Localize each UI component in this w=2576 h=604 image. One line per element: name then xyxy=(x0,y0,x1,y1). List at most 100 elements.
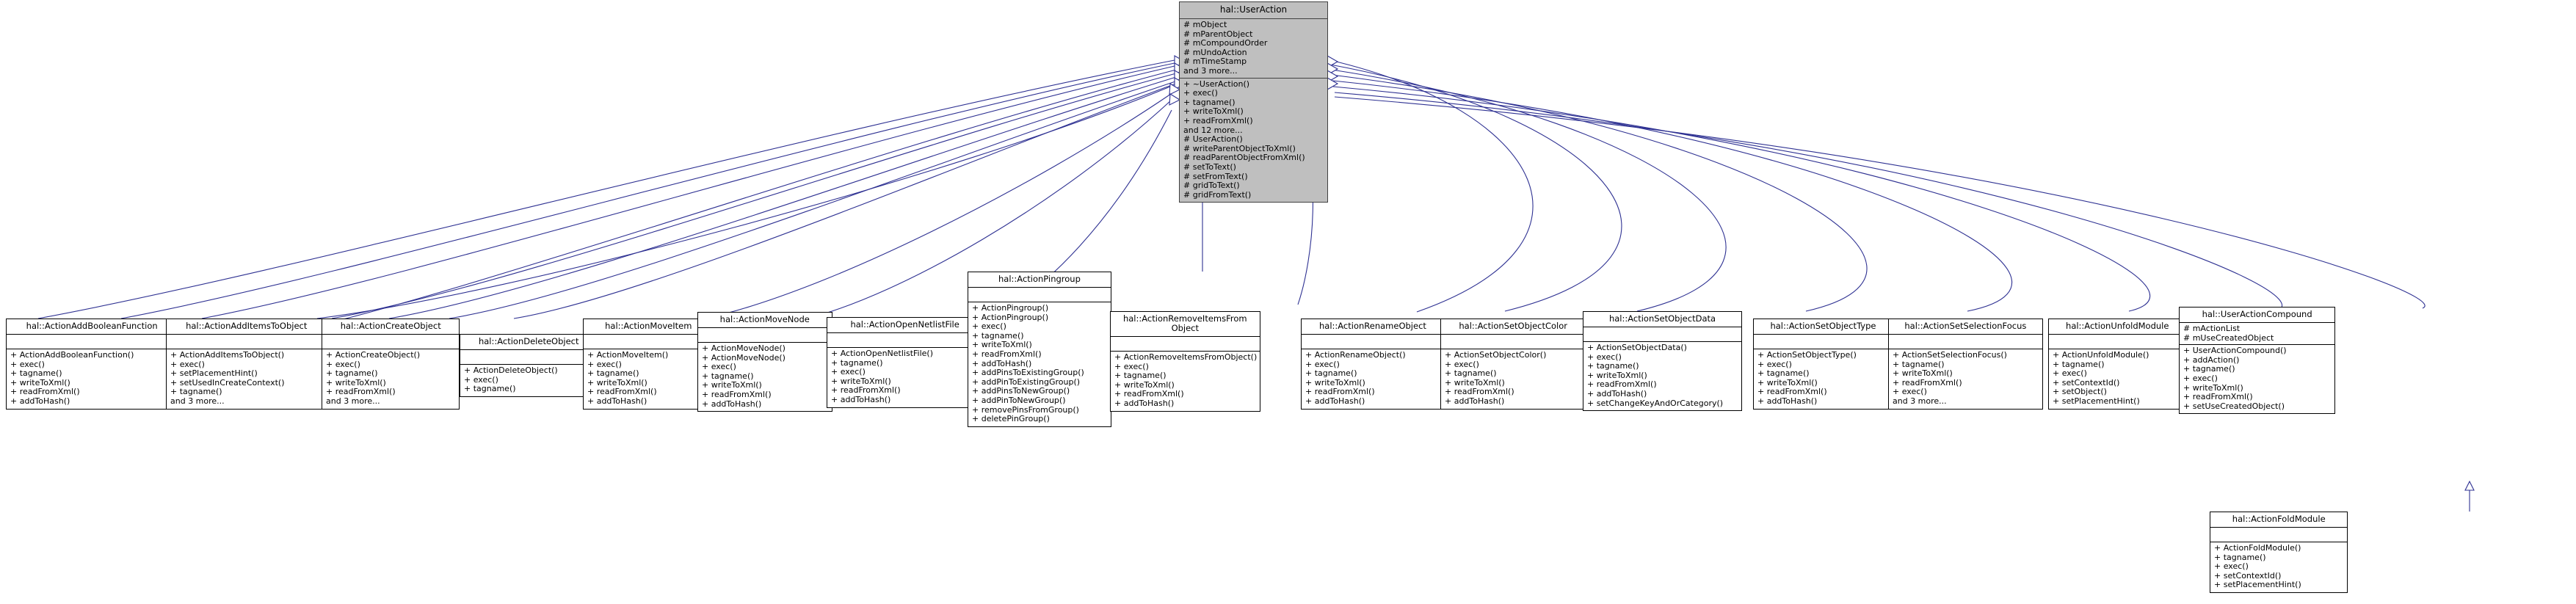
class-attributes xyxy=(167,335,327,349)
class-member: + addToHash() xyxy=(1305,396,1365,406)
class-member: + tagname() xyxy=(1757,368,1810,379)
class-attributes xyxy=(2049,335,2186,349)
class-attributes xyxy=(584,335,714,349)
class-title: hal::UserAction xyxy=(1180,2,1327,19)
class-operations: + ActionRemoveItemsFromObject() + exec() +… xyxy=(1111,352,1260,411)
class-member: + ActionDeleteObject() xyxy=(464,365,558,375)
class-member: # setToText() xyxy=(1183,161,1236,172)
class-member: + exec() xyxy=(831,367,866,377)
class-node-action-create-object[interactable]: hal::ActionCreateObject + ActionCreateOb… xyxy=(322,319,460,410)
class-node-action-remove-items-from-object[interactable]: hal::ActionRemoveItemsFrom Object + Acti… xyxy=(1110,311,1260,412)
class-node-action-set-object-type[interactable]: hal::ActionSetObjectType + ActionSetObje… xyxy=(1753,319,1893,410)
class-member: + setPlacementHint() xyxy=(2053,396,2140,406)
class-node-action-rename-object[interactable]: hal::ActionRenameObject + ActionRenameOb… xyxy=(1301,319,1445,410)
class-member: + tagname() xyxy=(326,368,378,379)
class-operations: + ActionMoveNode() + ActionMoveNode() + ex… xyxy=(698,343,832,411)
class-member: + UserActionCompound() xyxy=(2183,346,2287,356)
class-title: hal::ActionSetObjectColor xyxy=(1441,319,1586,335)
class-member: # mUseCreatedObject xyxy=(2183,332,2274,343)
class-member: + addToHash() xyxy=(10,396,70,406)
class-title: hal::ActionRemoveItemsFrom Object xyxy=(1111,312,1260,337)
class-member: + ActionFoldModule() xyxy=(2214,543,2301,553)
class-operations: + ActionSetObjectData() + exec() + tagname… xyxy=(1583,342,1741,410)
class-member: + setUseCreatedObject() xyxy=(2183,401,2285,411)
class-member: + readFromXml() xyxy=(972,349,1042,359)
class-member: + setPlacementHint() xyxy=(170,368,258,379)
class-node-action-add-items-to-object[interactable]: hal::ActionAddItemsToObject + ActionAddI… xyxy=(166,319,327,410)
class-member: + addPinsToExistingGroup() xyxy=(972,368,1084,378)
class-member: + addPinToNewGroup() xyxy=(972,395,1066,405)
class-node-action-move-item[interactable]: hal::ActionMoveItem + ActionMoveItem() + … xyxy=(583,319,714,410)
class-operations: + ActionAddItemsToObject() + exec() + setP… xyxy=(167,349,326,409)
class-node-action-fold-module[interactable]: hal::ActionFoldModule + ActionFoldModule… xyxy=(2210,512,2348,593)
class-node-action-set-selection-focus[interactable]: hal::ActionSetSelectionFocus + ActionSet… xyxy=(1888,319,2043,410)
class-member: + ActionSetObjectType() xyxy=(1757,350,1857,360)
class-attributes xyxy=(1441,335,1586,349)
class-node-action-move-node[interactable]: hal::ActionMoveNode + ActionMoveNode() + … xyxy=(697,312,832,412)
class-member: + ActionSetSelectionFocus() xyxy=(1893,350,2007,360)
class-member: + ActionOpenNetlistFile() xyxy=(831,349,933,358)
class-operations: + ActionSetObjectType() + exec() + tagname… xyxy=(1754,349,1893,409)
class-operations: + ActionUnfoldModule() + tagname() + exec(… xyxy=(2049,349,2185,409)
class-member: # gridToText() xyxy=(1183,181,1240,191)
class-member: + exec() xyxy=(1183,88,1218,98)
class-member: + ActionAddItemsToObject() xyxy=(170,350,285,360)
class-member: + tagname() xyxy=(1305,368,1357,379)
class-operations: + ActionCreateObject() + exec() + tagname(… xyxy=(322,349,459,409)
class-member: and 3 more... xyxy=(1893,396,1947,406)
class-attributes xyxy=(968,288,1111,302)
class-member: + deletePinGroup() xyxy=(972,414,1050,424)
class-member: + readFromXml() xyxy=(702,389,772,399)
class-node-user-action[interactable]: hal::UserAction # mObject # mParentObject… xyxy=(1179,1,1328,203)
class-member: # UserAction() xyxy=(1183,134,1243,145)
class-member: + tagname() xyxy=(464,384,516,394)
class-member: + exec() xyxy=(2214,561,2249,572)
class-attributes xyxy=(1754,335,1893,349)
class-node-action-add-boolean-function[interactable]: hal::ActionAddBooleanFunction + ActionAd… xyxy=(6,319,178,410)
class-member: + addToHash() xyxy=(1587,388,1647,399)
class-member: + setChangeKeyAndOrCategory() xyxy=(1587,398,1724,408)
class-node-action-open-netlist-file[interactable]: hal::ActionOpenNetlistFile + ActionOpenN… xyxy=(827,317,984,408)
class-title: hal::ActionSetSelectionFocus xyxy=(1889,319,2042,335)
class-title: hal::ActionSetObjectType xyxy=(1754,319,1893,335)
class-member: + readFromXml() xyxy=(2183,392,2253,402)
class-member: + ActionMoveItem() xyxy=(587,350,669,360)
class-node-action-pingroup[interactable]: hal::ActionPingroup + ActionPingroup()+ … xyxy=(968,272,1111,427)
class-member: + ActionRenameObject() xyxy=(1305,350,1406,360)
class-member: + readFromXml() xyxy=(1183,115,1253,125)
class-member: + exec() xyxy=(972,321,1006,332)
class-title: hal::ActionCreateObject xyxy=(322,319,460,335)
class-node-action-delete-object[interactable]: hal::ActionDeleteObject + ActionDeleteOb… xyxy=(460,334,598,397)
class-attributes xyxy=(1583,327,1741,342)
class-member: + addToHash() xyxy=(831,394,891,404)
class-title: hal::ActionMoveItem xyxy=(584,319,714,335)
class-node-user-action-compound[interactable]: hal::UserActionCompound # mActionList # m… xyxy=(2179,307,2336,415)
class-member: # gridFromText() xyxy=(1183,189,1252,200)
class-operations: + ActionFoldModule() + tagname() + exec() +… xyxy=(2210,542,2347,592)
class-member: + ActionUnfoldModule() xyxy=(2053,350,2149,360)
class-attributes xyxy=(460,350,598,365)
class-member: # mObject xyxy=(1183,20,1227,29)
class-attributes xyxy=(7,335,178,349)
class-member: + ActionPingroup() xyxy=(972,303,1049,313)
class-member: + tagname() xyxy=(1114,371,1167,381)
class-member: + ActionCreateObject() xyxy=(326,350,421,360)
class-operations: + ActionOpenNetlistFile() + tagname() + ex… xyxy=(827,348,982,407)
class-member: + exec() xyxy=(2183,373,2218,383)
class-operations: + ActionRenameObject() + exec() + tagname(… xyxy=(1302,349,1444,409)
class-node-action-unfold-module[interactable]: hal::ActionUnfoldModule + ActionUnfoldMo… xyxy=(2048,319,2187,410)
class-node-action-set-object-data[interactable]: hal::ActionSetObjectData + ActionSetObje… xyxy=(1583,311,1742,412)
class-member: + ActionMoveNode() xyxy=(702,343,786,353)
class-node-action-set-object-color[interactable]: hal::ActionSetObjectColor + ActionSetObj… xyxy=(1440,319,1586,410)
class-member: + ActionRemoveItemsFromObject() xyxy=(1114,352,1258,362)
class-member: # mCompoundOrder xyxy=(1183,38,1268,48)
class-member: + addToHash() xyxy=(702,399,762,409)
class-title: hal::ActionAddBooleanFunction xyxy=(7,319,178,335)
class-title: hal::ActionPingroup xyxy=(968,272,1111,288)
class-member: + writeToXml() xyxy=(1893,368,1953,379)
class-member: + addToHash() xyxy=(1757,396,1818,406)
class-operations: + ActionSetSelectionFocus() + tagname() + … xyxy=(1889,349,2042,409)
class-title: hal::UserActionCompound xyxy=(2180,308,2335,323)
uml-class-diagram: hal::UserAction # mObject # mParentObject… xyxy=(0,0,2576,604)
class-member: + addToHash() xyxy=(1445,396,1505,406)
